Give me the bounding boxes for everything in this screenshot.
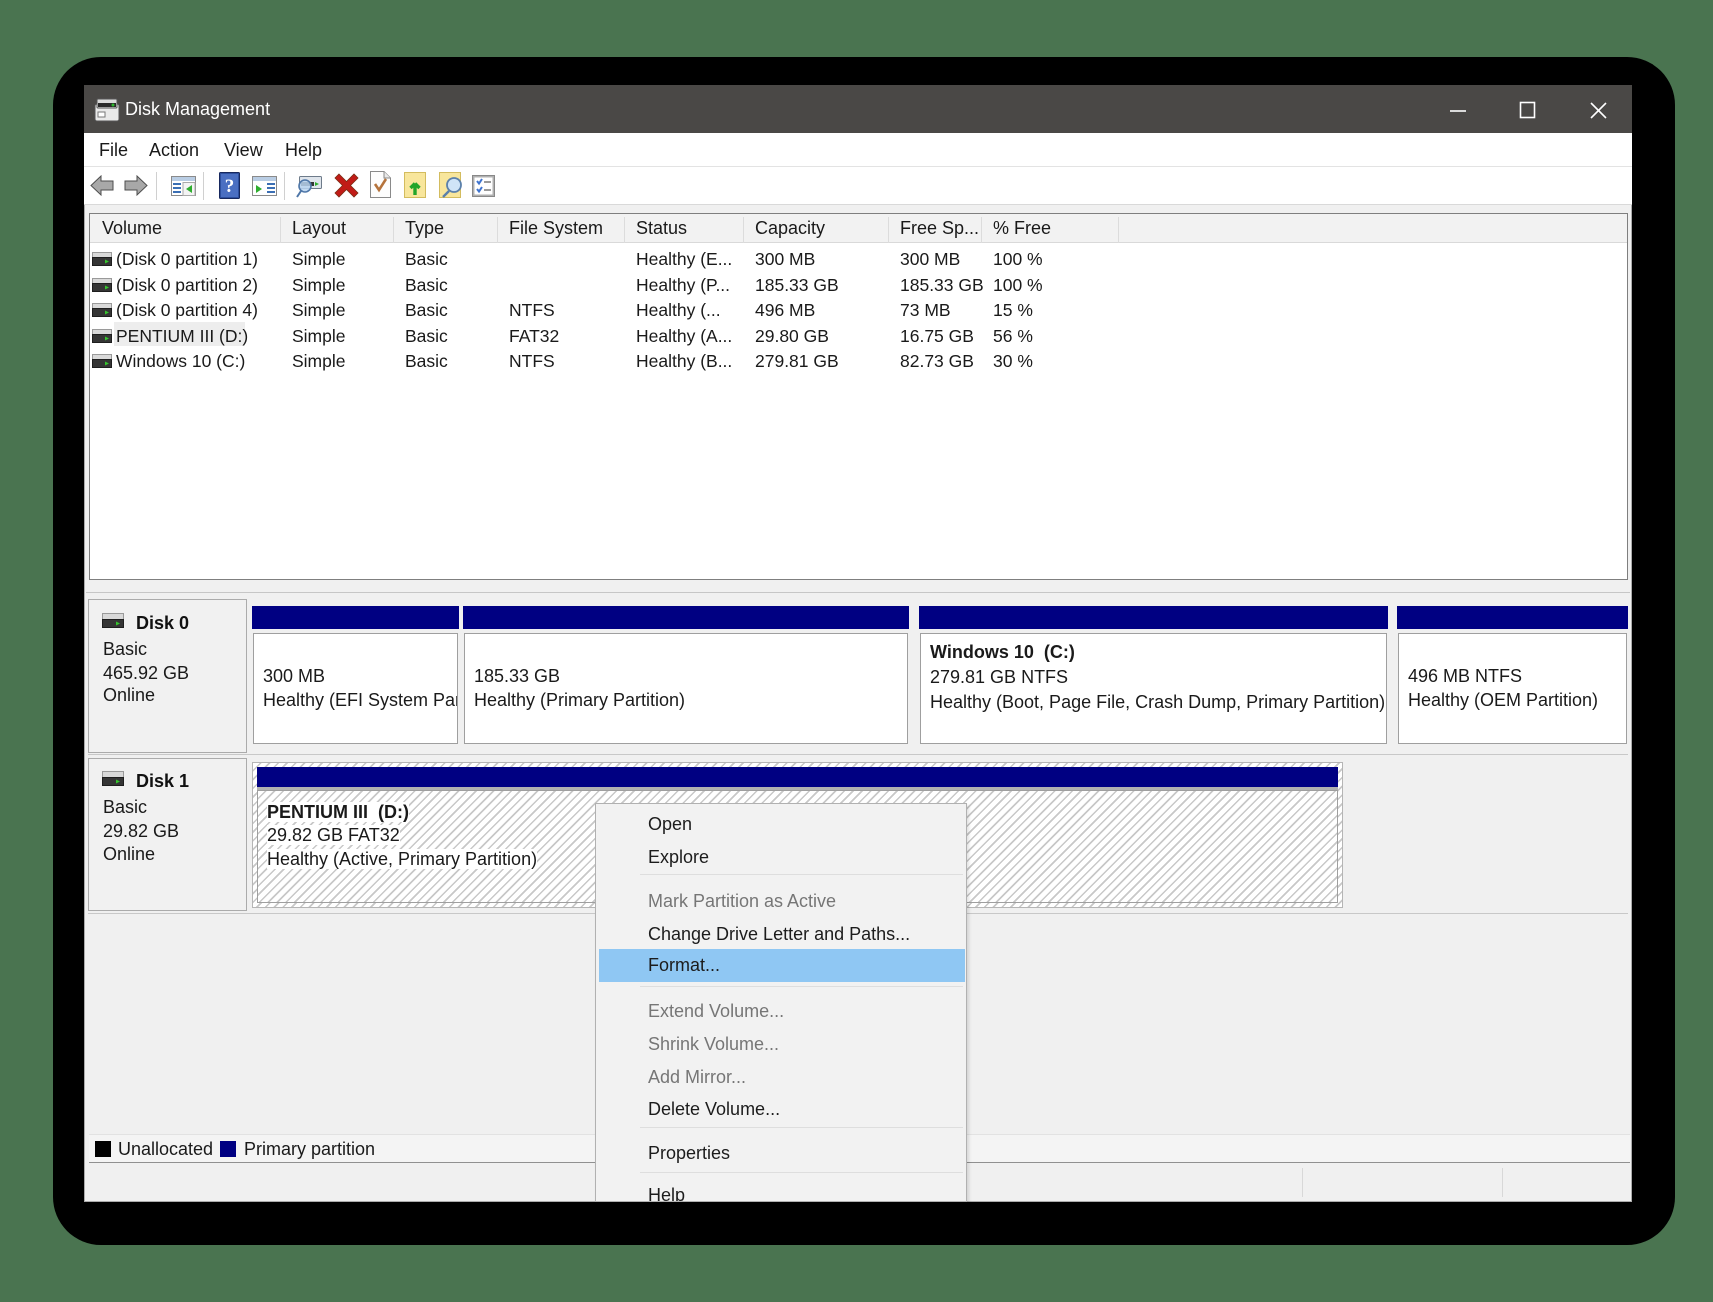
svg-text:?: ?	[225, 176, 235, 197]
